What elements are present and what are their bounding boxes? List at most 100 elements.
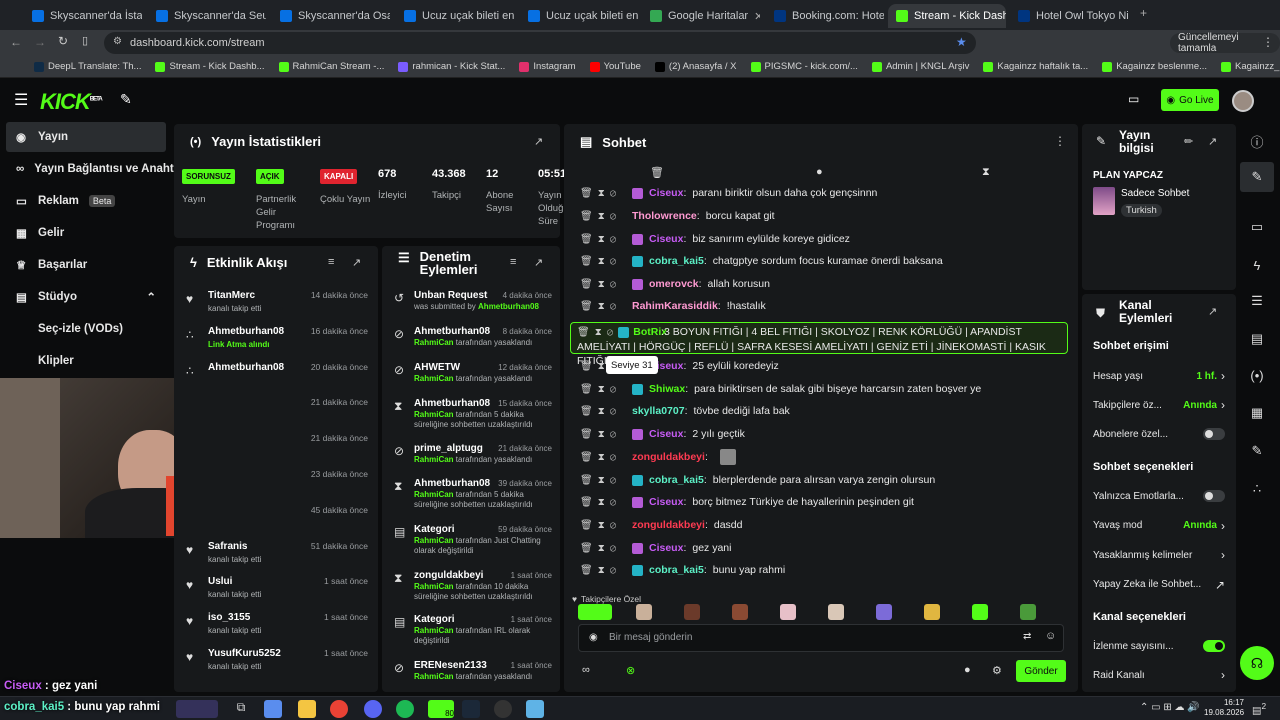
filter-icon[interactable]: ≡ [328, 256, 334, 268]
chat-bubble-small-icon[interactable]: ● [964, 664, 971, 676]
kick-logo[interactable]: KICKBETA [40, 89, 103, 115]
activity-user[interactable]: Ahmetburhan08 [208, 362, 284, 373]
send-button[interactable]: Gönder [1016, 660, 1066, 682]
bookmark-item[interactable]: DeepL Translate: Th... [34, 61, 141, 72]
chat-mod-tools[interactable]: 🗑⧗⊘ [580, 452, 626, 463]
chat-username[interactable]: Ciseux [649, 428, 683, 440]
kick-app-icon[interactable]: 80 [428, 700, 454, 718]
forward-icon[interactable]: → [34, 35, 46, 49]
chevron-up-icon[interactable]: ⌃ [146, 290, 156, 304]
sidebar-item[interactable]: Seç-izle (VODs) [6, 314, 166, 344]
browser-tab[interactable]: Stream - Kick Dashb✕ [888, 4, 1006, 28]
moderation-target[interactable]: ERENesen2133 [414, 660, 487, 671]
chat-icon[interactable]: ▤ [1240, 324, 1274, 354]
steam-icon[interactable] [462, 700, 480, 718]
setting-toggle[interactable] [1203, 428, 1225, 440]
bookmark-item[interactable]: RahmiCan Stream -... [278, 61, 384, 72]
chat-username[interactable]: Shiwax [649, 383, 685, 395]
chat-input[interactable]: ◉ Bir mesaj gönderin ⇄ ☺ [578, 624, 1064, 652]
sidebar-item[interactable]: ▭ Reklam Beta [6, 186, 166, 216]
chat-username[interactable]: RahimKarasiddik [632, 300, 718, 312]
activity-user[interactable]: YusufKuru5252 [208, 648, 281, 659]
chat-username[interactable]: cobra_kai5 [649, 255, 704, 267]
channel-setting-row[interactable]: Yavaş mod Anında › [1093, 517, 1225, 535]
bookmark-item[interactable]: rahmican - Kick Stat... [398, 61, 505, 72]
chat-mod-tools[interactable]: 🗑⧗⊘ [577, 327, 618, 338]
bookmark-item[interactable]: Kagainzz haftalık ta... [983, 61, 1088, 72]
hourglass-filter-icon[interactable]: ⧗ [982, 166, 990, 179]
obs-icon[interactable] [494, 700, 512, 718]
sidebar-item[interactable]: ∞ Yayın Bağlantısı ve Anahtarı [6, 154, 188, 184]
app2-icon[interactable] [526, 700, 544, 718]
chat-username[interactable]: Ciseux [649, 187, 683, 199]
chat-mod-tools[interactable]: 🗑⧗⊘ [580, 188, 626, 199]
popout-icon[interactable]: ↗ [1208, 305, 1217, 318]
trash-filter-icon[interactable]: 🗑 [650, 166, 664, 179]
chat-mod-tools[interactable]: 🗑⧗⊘ [580, 384, 626, 395]
clock[interactable]: 16:17 19.08.2026 [1204, 698, 1244, 718]
task-view-icon[interactable]: ⧉ [232, 700, 250, 718]
sidebar-item[interactable]: ◉ Yayın [6, 122, 166, 152]
setting-toggle[interactable] [1203, 640, 1225, 652]
activity-user[interactable]: Ahmetburhan08 [208, 326, 284, 337]
moderation-target[interactable]: zonguldakbeyi [414, 570, 483, 581]
file-explorer-icon[interactable] [298, 700, 316, 718]
tab-close-icon[interactable]: ✕ [754, 10, 760, 23]
emote-icon[interactable] [828, 604, 844, 620]
bookmark-item[interactable]: Kagainzz beslenme... [1102, 61, 1207, 72]
info-icon[interactable]: ⓘ [1240, 126, 1274, 156]
sidebar-toggle-icon[interactable]: ▯ [82, 34, 88, 47]
menu-icon[interactable]: ⋮ [1262, 35, 1274, 49]
reload-icon[interactable]: ↻ [58, 34, 68, 48]
chat-menu-icon[interactable]: ⋮ [1054, 134, 1066, 148]
browser-tab[interactable]: Skyscanner'da İstanb✕ [24, 4, 142, 28]
chat-username[interactable]: Tholowrence [632, 210, 697, 222]
chat-mod-tools[interactable]: 🗑⧗⊘ [580, 301, 626, 312]
chat-mod-tools[interactable]: 🗑⧗⊘ [580, 429, 626, 440]
go-live-button[interactable]: ◉ Go Live [1161, 89, 1219, 111]
emote-icon[interactable] [972, 604, 988, 620]
avatar[interactable] [1232, 90, 1254, 112]
site-info-icon[interactable]: ⚙ [113, 36, 122, 47]
chat-username[interactable]: zonguldakbeyi [632, 519, 705, 531]
bookmark-item[interactable]: Instagram [519, 61, 576, 72]
moderation-target[interactable]: Ahmetburhan08 [414, 398, 490, 409]
chat-mod-tools[interactable]: 🗑⧗⊘ [580, 279, 626, 290]
points-icon[interactable]: ∞ [582, 664, 590, 676]
moderation-target[interactable]: Ahmetburhan08 [414, 326, 490, 337]
chat-username[interactable]: skylla0707 [632, 405, 685, 417]
discord-icon[interactable] [364, 700, 382, 718]
chat-mod-tools[interactable]: 🗑⧗⊘ [580, 520, 626, 531]
browser-tab[interactable]: Ucuz uçak bileti en u✕ [396, 4, 514, 28]
channel-setting-row[interactable]: Yapay Zeka ile Sohbet... ↗ [1093, 576, 1225, 594]
bookmark-item[interactable]: Kagainzz_PPLXUL -... [1221, 61, 1280, 72]
channel-setting-row[interactable]: Raid Kanalı › [1093, 666, 1225, 684]
broadcast-icon[interactable]: (•) [1240, 360, 1274, 390]
chrome-icon[interactable] [330, 700, 348, 718]
browser-tab[interactable]: Google Haritalar ✕ [642, 4, 760, 28]
browser-tab[interactable]: Ucuz uçak bileti en u✕ [520, 4, 638, 28]
notification-icon[interactable]: ▤2 [1252, 701, 1266, 716]
popout-icon[interactable]: ↗ [534, 135, 543, 148]
settings-gear-icon[interactable]: ⚙ [992, 664, 1002, 677]
chat-username[interactable]: omerovck [649, 278, 699, 290]
app-icon[interactable] [264, 700, 282, 718]
chat-username[interactable]: Ciseux [649, 233, 683, 245]
channel-setting-row[interactable]: Yasaklanmış kelimeler › [1093, 546, 1225, 564]
chat-mod-tools[interactable]: 🗑⧗⊘ [580, 497, 626, 508]
bookmark-item[interactable]: PIGSMC - kick.com/... [750, 61, 858, 72]
channel-setting-row[interactable]: Takipçilere öz... Anında › [1093, 396, 1225, 414]
spotify-icon[interactable] [396, 700, 414, 718]
channel-setting-row[interactable]: İzlenme sayısını... [1093, 637, 1225, 655]
browser-tab[interactable]: Booking.com: Hotels✕ [766, 4, 884, 28]
list-icon[interactable]: ☰ [1240, 286, 1274, 316]
emoji-picker-icon[interactable]: ◉ [589, 632, 598, 643]
moderation-target[interactable]: prime_alptugg [414, 443, 483, 454]
browser-tab[interactable]: Hotel Owl Tokyo Nip✕ [1010, 4, 1128, 28]
search-highlight-icon[interactable] [176, 700, 218, 718]
bookmark-item[interactable]: (2) Anasayfa / X [654, 61, 737, 72]
moderation-target[interactable]: Kategori [414, 524, 455, 535]
chat-username[interactable]: cobra_kai5 [649, 564, 704, 576]
channel-setting-row[interactable]: Hesap yaşı 1 hf. › [1093, 367, 1225, 385]
support-button[interactable]: ☊ [1240, 646, 1274, 680]
